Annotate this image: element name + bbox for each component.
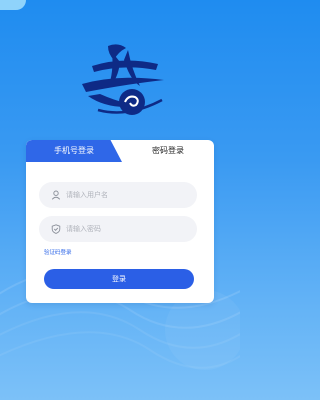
tab-password-login[interactable]: 密码登录 (122, 140, 214, 162)
password-input[interactable] (66, 225, 186, 233)
username-input[interactable] (66, 191, 186, 199)
code-login-link[interactable]: 验证码登录 (44, 248, 72, 256)
user-icon (51, 190, 61, 200)
app-logo (82, 44, 164, 115)
login-card: 手机号登录 密码登录 验证码登录 登录 (26, 140, 214, 303)
corner-badge (0, 0, 26, 10)
password-field[interactable] (39, 216, 197, 242)
shield-icon (51, 224, 61, 234)
tab-phone-login[interactable]: 手机号登录 (26, 140, 122, 162)
login-tabs: 手机号登录 密码登录 (26, 140, 214, 162)
username-field[interactable] (39, 182, 197, 208)
login-button[interactable]: 登录 (44, 269, 194, 289)
